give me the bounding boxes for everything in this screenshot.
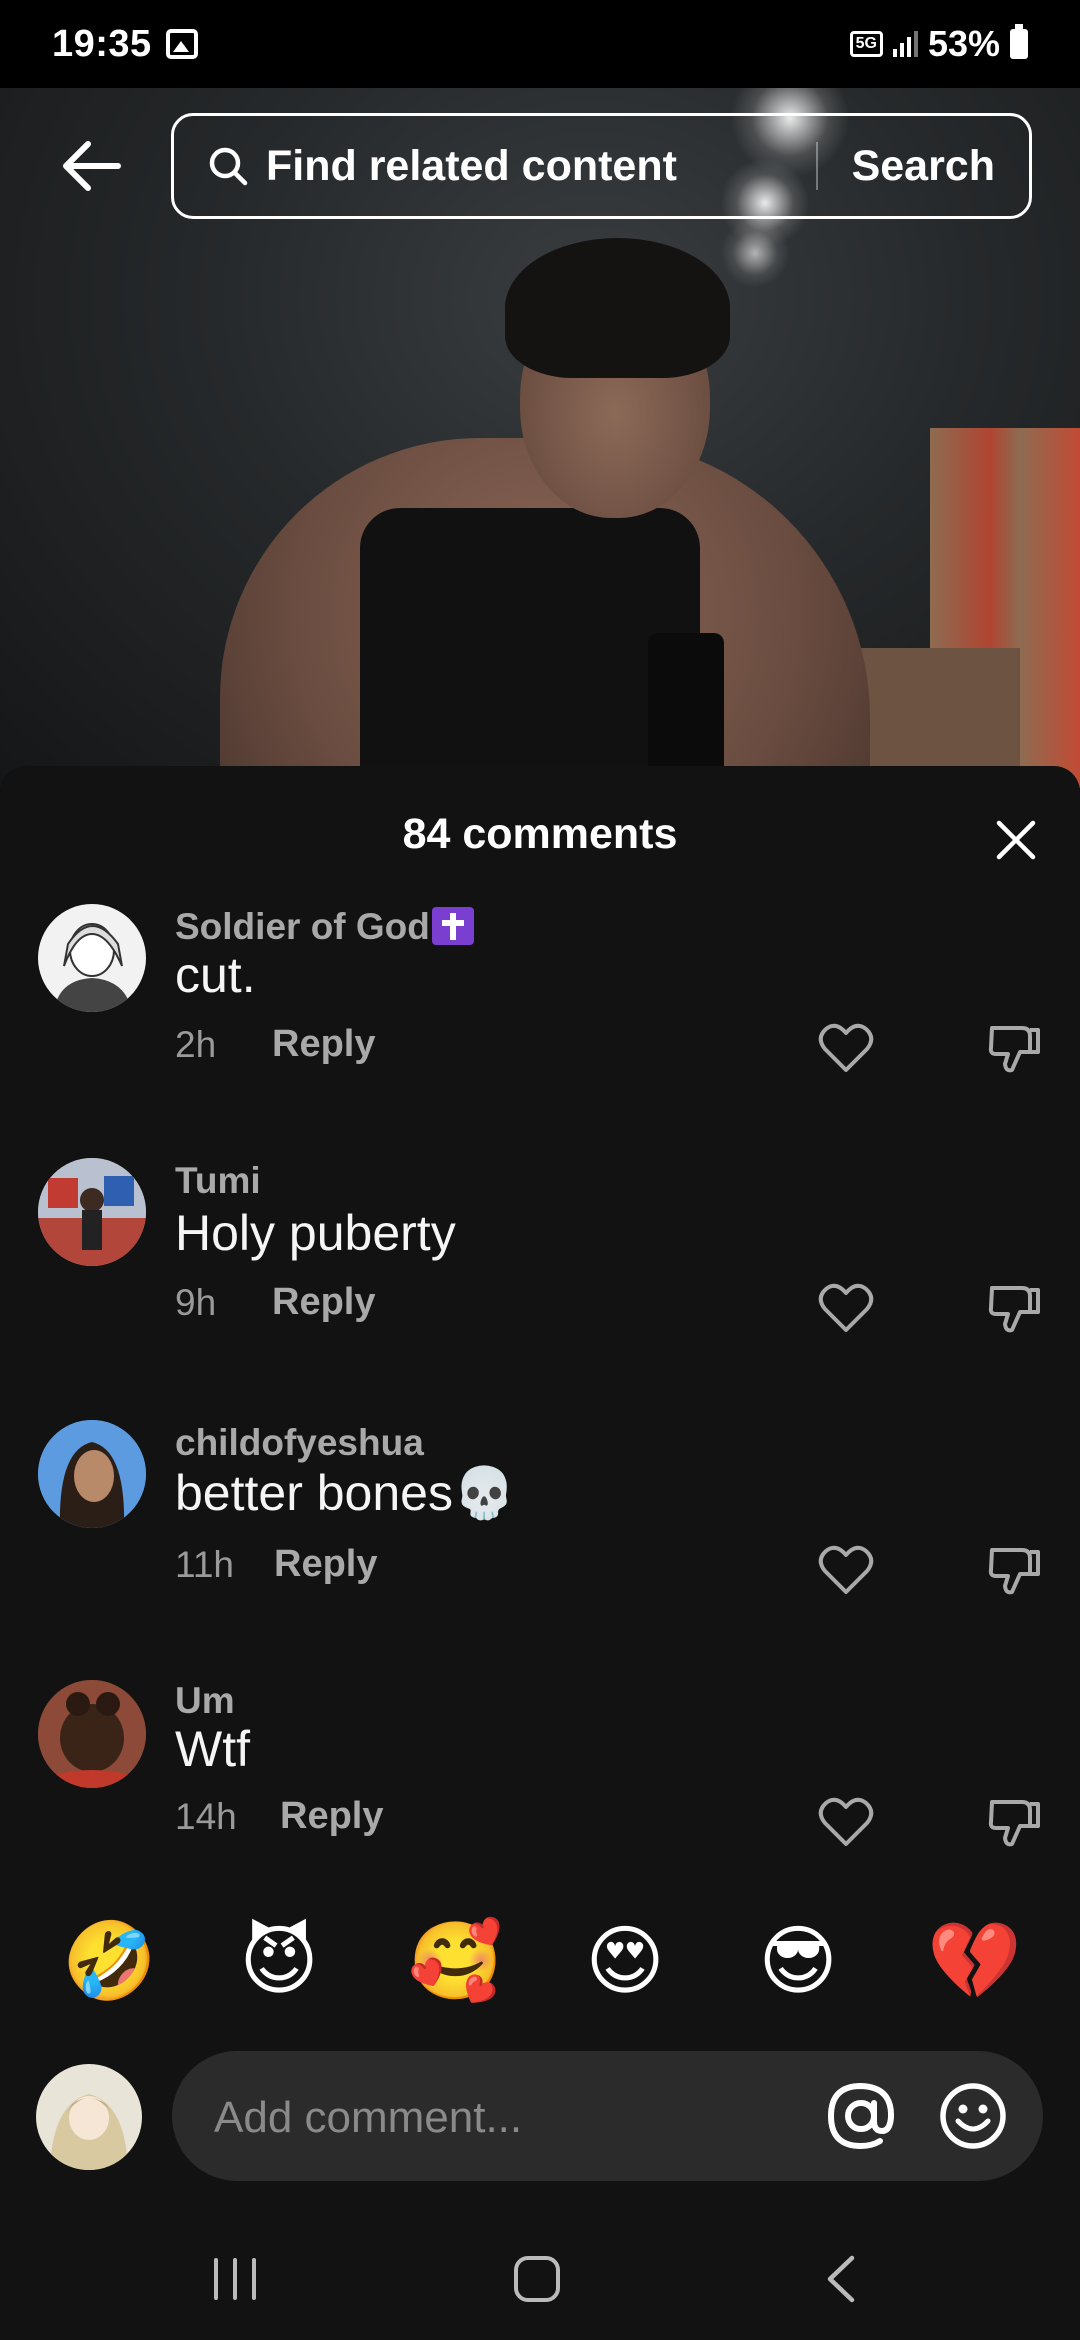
heart-icon[interactable] bbox=[818, 1544, 874, 1596]
signal-icon bbox=[892, 31, 918, 57]
heart-icon[interactable] bbox=[818, 1282, 874, 1334]
thumbs-down-icon[interactable] bbox=[986, 1020, 1042, 1076]
search-input[interactable]: Find related content bbox=[266, 142, 816, 191]
at-mention-icon[interactable] bbox=[826, 2081, 896, 2151]
comment-item: Tumi Holy puberty 9h Reply bbox=[0, 1144, 1080, 1374]
status-indicators: 5G 53% bbox=[849, 23, 1028, 65]
comment-time: 11h bbox=[175, 1544, 234, 1585]
back-button[interactable] bbox=[52, 128, 132, 204]
status-bar: 19:35 5G 53% bbox=[0, 0, 1080, 88]
system-nav-bar bbox=[0, 2220, 1080, 2340]
search-bar[interactable]: Find related content Search bbox=[171, 113, 1032, 219]
network-5g-icon: 5G bbox=[849, 31, 883, 57]
comment-item: Um Wtf 14h Reply bbox=[0, 1666, 1080, 1896]
avatar[interactable] bbox=[38, 1158, 146, 1266]
comment-item: Soldier of God cut. 2h Reply bbox=[0, 890, 1080, 1120]
status-time: 19:35 bbox=[52, 22, 152, 65]
comment-text: Holy puberty bbox=[175, 1205, 456, 1261]
comment-username[interactable]: childofyeshua bbox=[175, 1422, 424, 1464]
comment-time: 14h bbox=[175, 1796, 237, 1837]
reply-button[interactable]: Reply bbox=[274, 1543, 377, 1586]
close-button[interactable] bbox=[988, 812, 1044, 868]
add-comment-placeholder: Add comment... bbox=[214, 2093, 523, 2142]
comment-time: 2h bbox=[175, 1024, 217, 1065]
emoji-sunglasses[interactable]: 😎 bbox=[754, 1918, 842, 2006]
home-icon[interactable] bbox=[512, 2254, 562, 2304]
comment-text: Wtf bbox=[175, 1721, 250, 1777]
comment-item: childofyeshua better bones💀 11h Reply bbox=[0, 1406, 1080, 1636]
video-phone bbox=[648, 633, 724, 788]
recent-apps-icon[interactable] bbox=[210, 2256, 260, 2302]
heart-icon[interactable] bbox=[818, 1796, 874, 1848]
comment-time: 9h bbox=[175, 1282, 217, 1323]
comment-username[interactable]: Um bbox=[175, 1680, 235, 1722]
arrow-left-icon bbox=[63, 141, 121, 191]
close-icon bbox=[996, 820, 1036, 860]
quick-emoji-row: 🤣 😈 🥰 😍 😎 💔 bbox=[0, 1918, 1080, 2018]
battery-icon bbox=[1010, 24, 1028, 59]
comment-username[interactable]: Tumi bbox=[175, 1160, 261, 1202]
thumbs-down-icon[interactable] bbox=[986, 1794, 1042, 1850]
current-user-avatar bbox=[36, 2064, 142, 2170]
video-person-hair bbox=[505, 238, 730, 378]
emoji-heart-eyes[interactable]: 😍 bbox=[581, 1918, 669, 2006]
emoji-smiling-devil[interactable]: 😈 bbox=[235, 1918, 323, 2006]
avatar[interactable] bbox=[38, 1420, 146, 1528]
gallery-icon bbox=[165, 29, 198, 59]
emoji-rofl[interactable]: 🤣 bbox=[62, 1918, 157, 2006]
emoji-broken-heart[interactable]: 💔 bbox=[927, 1918, 1022, 2006]
reply-button[interactable]: Reply bbox=[280, 1795, 383, 1838]
username-text: Soldier of God bbox=[175, 906, 430, 947]
heart-icon[interactable] bbox=[818, 1022, 874, 1074]
latin-cross-emoji bbox=[431, 907, 474, 945]
chevron-left-icon[interactable] bbox=[822, 2254, 862, 2304]
thumbs-down-icon[interactable] bbox=[986, 1280, 1042, 1336]
avatar[interactable] bbox=[38, 904, 146, 1012]
search-button[interactable]: Search bbox=[818, 142, 1029, 191]
comment-username[interactable]: Soldier of God bbox=[175, 906, 474, 948]
emoji-smiling-hearts[interactable]: 🥰 bbox=[408, 1918, 503, 2006]
search-icon bbox=[209, 147, 248, 186]
comment-text: cut. bbox=[175, 947, 256, 1003]
thumbs-down-icon[interactable] bbox=[986, 1542, 1042, 1598]
smiley-icon[interactable] bbox=[938, 2081, 1008, 2151]
battery-percentage: 53% bbox=[927, 23, 1000, 64]
comments-count-title: 84 comments bbox=[402, 810, 678, 858]
comment-text: better bones💀 bbox=[175, 1465, 516, 1521]
add-comment-input[interactable]: Add comment... bbox=[172, 2051, 1043, 2181]
avatar[interactable] bbox=[38, 1680, 146, 1788]
reply-button[interactable]: Reply bbox=[272, 1281, 375, 1324]
reply-button[interactable]: Reply bbox=[272, 1023, 375, 1066]
